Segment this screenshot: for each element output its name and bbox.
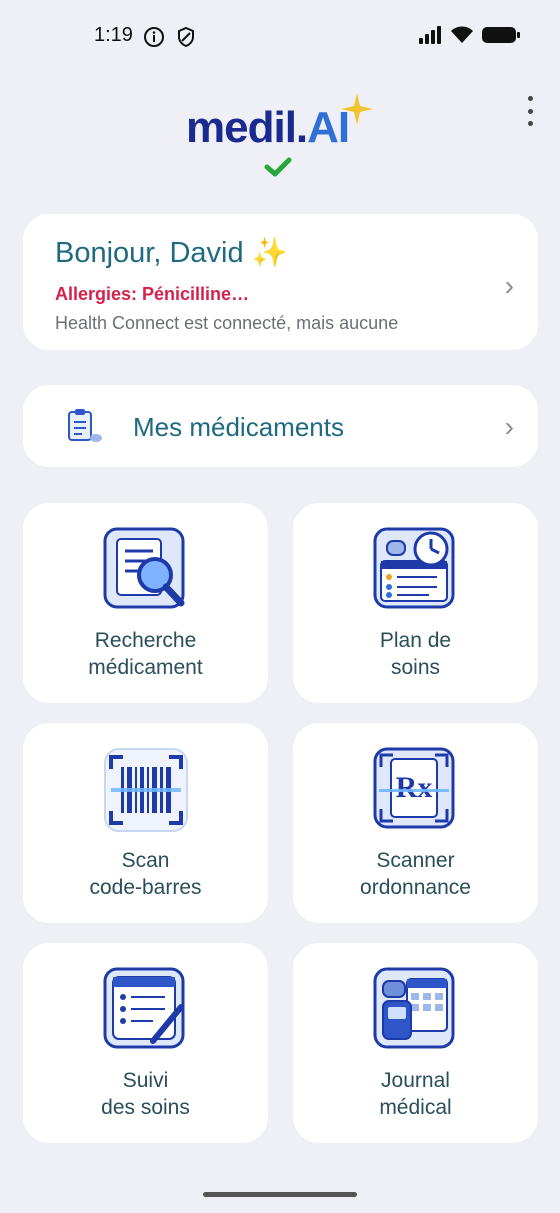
barcode-scan-icon — [104, 748, 188, 832]
tile-label-line1: Recherche — [94, 629, 197, 652]
tile-label-line2: médicament — [88, 656, 203, 679]
my-medications-card[interactable]: Mes médicaments › — [23, 385, 538, 467]
care-tracking-icon — [103, 967, 185, 1049]
shield-icon — [178, 26, 194, 48]
dot-icon — [527, 108, 533, 114]
signal-icon — [419, 26, 441, 44]
chevron-right-icon: › — [504, 411, 514, 442]
tile-care-plan[interactable]: Plan de soins — [293, 503, 538, 703]
allergies-text: Allergies: Pénicilline… — [55, 284, 250, 304]
sparkle-icon — [341, 93, 373, 125]
status-time: 1:19 — [94, 24, 133, 46]
checkmark-icon — [264, 157, 292, 177]
my-medications-label: Mes médicaments — [133, 412, 344, 442]
tile-prescription-scan[interactable]: Rx Scanner ordonnance — [293, 723, 538, 923]
dot-icon — [527, 96, 533, 101]
tile-label-line1: Scan — [121, 849, 170, 872]
overflow-menu-button[interactable] — [524, 96, 536, 126]
home-gesture-bar[interactable] — [203, 1192, 357, 1197]
medications-list-icon — [68, 409, 102, 442]
logo-part1: medil. — [186, 103, 308, 152]
profile-card[interactable]: Bonjour, David ✨ Allergies: Pénicilline…… — [23, 214, 538, 350]
tile-label: Scanner ordonnance — [293, 847, 538, 901]
tile-label: Plan de soins — [293, 627, 538, 681]
tile-label: Journal médical — [293, 1067, 538, 1121]
info-icon — [144, 27, 164, 47]
tile-label-line1: Journal — [381, 1069, 450, 1092]
dot-icon — [527, 121, 533, 126]
tile-label-line2: code-barres — [89, 876, 202, 899]
tile-care-tracking[interactable]: Suivi des soins — [23, 943, 268, 1143]
prescription-scan-icon: Rx — [373, 747, 455, 829]
tile-label: Suivi des soins — [23, 1067, 268, 1121]
tile-barcode-scan[interactable]: Scan code-barres — [23, 723, 268, 923]
tile-medication-search[interactable]: Recherche médicament — [23, 503, 268, 703]
logo-wordmark: medil.AI — [186, 103, 350, 152]
health-connect-status: Health Connect est connecté, mais aucune — [55, 313, 399, 333]
search-medication-icon — [103, 527, 185, 609]
greeting-title: Bonjour, David ✨ — [55, 237, 288, 269]
tile-label: Recherche médicament — [23, 627, 268, 681]
care-plan-icon — [373, 527, 455, 609]
medical-journal-icon — [373, 967, 455, 1049]
chevron-right-icon: › — [504, 270, 514, 301]
wifi-icon — [451, 26, 473, 43]
tile-medical-journal[interactable]: Journal médical — [293, 943, 538, 1143]
tile-label-line2: médical — [379, 1096, 452, 1119]
svg-text:Rx: Rx — [396, 771, 433, 804]
tile-label: Scan code-barres — [23, 847, 268, 901]
tile-label-line2: ordonnance — [360, 876, 471, 899]
tile-label-line1: Scanner — [376, 849, 455, 872]
app-logo: medil.AI — [186, 92, 386, 184]
tile-label-line2: des soins — [101, 1096, 190, 1119]
status-bar: 1:19 — [0, 0, 560, 72]
battery-icon — [482, 27, 520, 43]
tile-label-line1: Plan de — [379, 629, 452, 652]
tile-label-line2: soins — [390, 656, 441, 679]
tile-label-line1: Suivi — [122, 1069, 169, 1092]
